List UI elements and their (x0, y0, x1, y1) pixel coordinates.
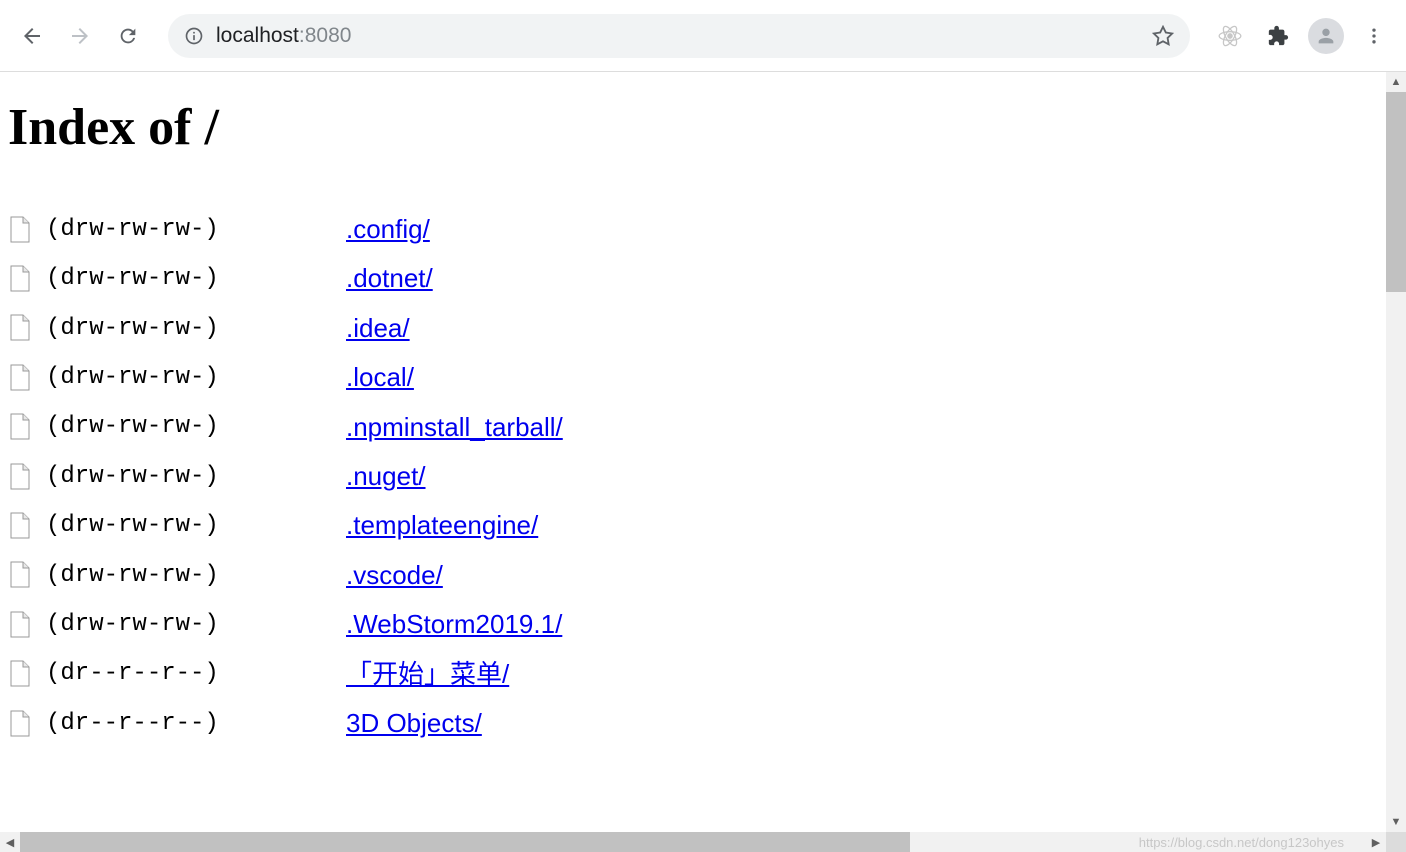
directory-link[interactable]: 3D Objects/ (346, 699, 482, 748)
horizontal-scrollbar[interactable]: ◀ ▶ (0, 832, 1386, 852)
list-item: (drw-rw-rw-).npminstall_tarball/ (8, 403, 1378, 452)
permissions: (drw-rw-rw-) (46, 454, 346, 500)
file-icon (8, 561, 32, 589)
directory-link[interactable]: 「开始」菜单/ (346, 650, 509, 699)
directory-link[interactable]: .vscode/ (346, 551, 443, 600)
scroll-down-button[interactable]: ▼ (1386, 812, 1406, 832)
reload-button[interactable] (108, 16, 148, 56)
file-icon (8, 216, 32, 244)
permissions: (drw-rw-rw-) (46, 306, 346, 352)
permissions: (dr--r--r--) (46, 701, 346, 747)
permissions: (drw-rw-rw-) (46, 404, 346, 450)
scroll-up-button[interactable]: ▲ (1386, 72, 1406, 92)
scroll-left-button[interactable]: ◀ (0, 832, 20, 852)
list-item: (dr--r--r--)「开始」菜单/ (8, 650, 1378, 699)
forward-button[interactable] (60, 16, 100, 56)
directory-link[interactable]: .dotnet/ (346, 254, 433, 303)
list-item: (drw-rw-rw-).vscode/ (8, 551, 1378, 600)
directory-listing: (drw-rw-rw-).config/(drw-rw-rw-).dotnet/… (8, 205, 1378, 748)
list-item: (drw-rw-rw-).local/ (8, 353, 1378, 402)
directory-link[interactable]: .templateengine/ (346, 501, 538, 550)
react-devtools-icon[interactable] (1210, 16, 1250, 56)
file-icon (8, 413, 32, 441)
file-icon (8, 660, 32, 688)
permissions: (dr--r--r--) (46, 651, 346, 697)
file-icon (8, 463, 32, 491)
arrow-right-icon (68, 24, 92, 48)
file-icon (8, 512, 32, 540)
permissions: (drw-rw-rw-) (46, 602, 346, 648)
page-title: Index of / (8, 98, 1378, 157)
list-item: (drw-rw-rw-).nuget/ (8, 452, 1378, 501)
file-icon (8, 314, 32, 342)
address-bar[interactable]: localhost:8080 (168, 14, 1190, 58)
file-icon (8, 265, 32, 293)
browser-toolbar: localhost:8080 (0, 0, 1406, 72)
profile-button[interactable] (1306, 16, 1346, 56)
directory-link[interactable]: .nuget/ (346, 452, 426, 501)
permissions: (drw-rw-rw-) (46, 207, 346, 253)
permissions: (drw-rw-rw-) (46, 355, 346, 401)
avatar-icon (1308, 18, 1344, 54)
directory-link[interactable]: .npminstall_tarball/ (346, 403, 563, 452)
list-item: (drw-rw-rw-).WebStorm2019.1/ (8, 600, 1378, 649)
list-item: (drw-rw-rw-).templateengine/ (8, 501, 1378, 550)
info-icon[interactable] (184, 26, 204, 46)
file-icon (8, 364, 32, 392)
list-item: (drw-rw-rw-).idea/ (8, 304, 1378, 353)
dots-vertical-icon (1364, 26, 1384, 46)
star-icon[interactable] (1152, 25, 1174, 47)
file-icon (8, 710, 32, 738)
horizontal-scroll-thumb[interactable] (20, 832, 910, 852)
url-text: localhost:8080 (216, 24, 1140, 48)
scroll-corner (1386, 832, 1406, 852)
page-viewport: Index of / (drw-rw-rw-).config/(drw-rw-r… (0, 72, 1406, 852)
directory-link[interactable]: .idea/ (346, 304, 410, 353)
scroll-right-button[interactable]: ▶ (1366, 832, 1386, 852)
permissions: (drw-rw-rw-) (46, 503, 346, 549)
list-item: (drw-rw-rw-).dotnet/ (8, 254, 1378, 303)
directory-link[interactable]: .config/ (346, 205, 430, 254)
directory-link[interactable]: .local/ (346, 353, 414, 402)
permissions: (drw-rw-rw-) (46, 256, 346, 302)
list-item: (dr--r--r--)3D Objects/ (8, 699, 1378, 748)
directory-link[interactable]: .WebStorm2019.1/ (346, 600, 562, 649)
arrow-left-icon (20, 24, 44, 48)
permissions: (drw-rw-rw-) (46, 553, 346, 599)
page-content: Index of / (drw-rw-rw-).config/(drw-rw-r… (0, 72, 1386, 832)
list-item: (drw-rw-rw-).config/ (8, 205, 1378, 254)
vertical-scroll-thumb[interactable] (1386, 92, 1406, 292)
menu-button[interactable] (1354, 16, 1394, 56)
extensions-icon[interactable] (1258, 16, 1298, 56)
reload-icon (117, 25, 139, 47)
file-icon (8, 611, 32, 639)
puzzle-icon (1267, 25, 1289, 47)
vertical-scrollbar[interactable]: ▲ ▼ (1386, 72, 1406, 832)
back-button[interactable] (12, 16, 52, 56)
